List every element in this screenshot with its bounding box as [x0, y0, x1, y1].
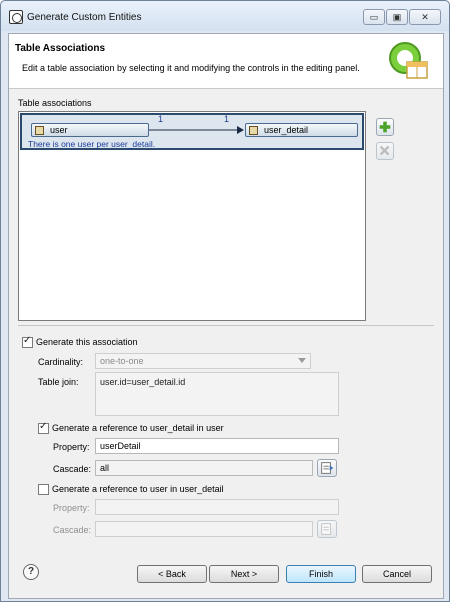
window-title: Generate Custom Entities [27, 12, 142, 23]
generate-association-label: Generate this association [36, 337, 138, 347]
chevron-down-icon [298, 358, 306, 363]
association-row[interactable]: user 1 1 user_detail There is one user p… [20, 113, 364, 150]
edit-icon [321, 462, 334, 474]
dialog-content: Table Associations Edit a table associat… [8, 33, 444, 599]
cascade-edit-button-disabled[interactable] [317, 520, 337, 538]
target-entity-label: user_detail [264, 125, 309, 135]
dialog-window: Generate Custom Entities ▭ ▣ ✕ Table Ass… [0, 0, 450, 602]
ref-user-in-user-detail-checkbox[interactable] [38, 484, 49, 495]
ref-user-detail-in-user-checkbox[interactable] [38, 421, 49, 434]
associations-list[interactable]: user 1 1 user_detail There is one user p… [18, 111, 366, 321]
wizard-banner: Table Associations Edit a table associat… [9, 34, 443, 89]
title-bar: Generate Custom Entities ▭ ▣ ✕ [1, 1, 449, 31]
property-label-disabled: Property: [53, 503, 90, 513]
delete-icon [379, 145, 390, 156]
target-cardinality: 1 [224, 114, 230, 124]
page-title: Table Associations [15, 43, 106, 54]
cardinality-select[interactable]: one-to-one [95, 353, 311, 369]
property-label: Property: [53, 442, 90, 452]
help-icon[interactable]: ? [23, 564, 39, 580]
ref-user-in-user-detail-label: Generate a reference to user in user_det… [52, 484, 224, 494]
ref-user-detail-in-user-label: Generate a reference to user_detail in u… [52, 423, 224, 433]
add-association-button[interactable] [376, 118, 394, 136]
association-description: There is one user per user_detail. [28, 139, 156, 149]
finish-button[interactable]: Finish [286, 565, 356, 583]
cascade-edit-button[interactable] [317, 459, 337, 477]
app-icon [9, 10, 23, 24]
source-cardinality: 1 [158, 114, 164, 124]
table-join-label: Table join: [38, 377, 79, 387]
table-icon [249, 126, 258, 135]
cascade-label: Cascade: [53, 464, 92, 474]
cancel-button[interactable]: Cancel [362, 565, 432, 583]
edit-icon [321, 523, 331, 535]
association-arrow [149, 126, 244, 134]
property-input-disabled[interactable] [95, 499, 339, 515]
remove-association-button[interactable] [376, 142, 394, 160]
table-icon [35, 126, 44, 135]
cardinality-value: one-to-one [100, 356, 144, 366]
cardinality-label: Cardinality: [38, 357, 84, 367]
maximize-button[interactable]: ▣ [386, 9, 408, 25]
associations-label: Table associations [18, 98, 92, 108]
separator [18, 325, 434, 326]
generate-association-checkbox[interactable] [22, 335, 33, 348]
table-join-field[interactable]: user.id=user_detail.id [95, 372, 339, 416]
add-icon [379, 121, 391, 133]
wizard-banner-icon [389, 42, 428, 79]
property-input[interactable]: userDetail [95, 438, 339, 454]
cascade-field[interactable]: all [95, 460, 313, 476]
next-button[interactable]: Next > [209, 565, 279, 583]
close-button[interactable]: ✕ [409, 9, 441, 25]
cascade-field-disabled[interactable] [95, 521, 313, 537]
source-entity-label: user [50, 125, 68, 135]
minimize-button[interactable]: ▭ [363, 9, 385, 25]
cascade-label-disabled: Cascade: [53, 525, 92, 535]
back-button[interactable]: < Back [137, 565, 207, 583]
source-entity[interactable]: user [31, 123, 149, 137]
page-description: Edit a table association by selecting it… [22, 63, 360, 73]
target-entity[interactable]: user_detail [245, 123, 358, 137]
